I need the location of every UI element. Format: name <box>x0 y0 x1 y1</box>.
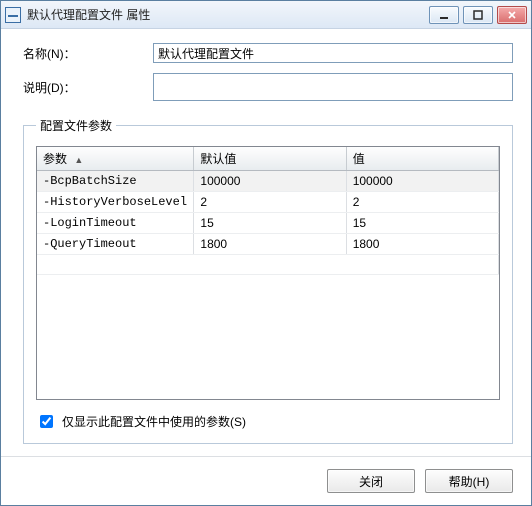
cell-value[interactable]: 100000 <box>346 171 498 192</box>
window-frame: 默认代理配置文件 属性 名称(N)： 说明(D)： 配置文件参数 <box>0 0 532 506</box>
parameters-group: 配置文件参数 参数 ▲ 默认值 <box>23 117 513 444</box>
cell-value[interactable]: 1800 <box>346 234 498 255</box>
only-used-params-row[interactable]: 仅显示此配置文件中使用的参数(S) <box>36 412 500 431</box>
cell-value[interactable]: 15 <box>346 213 498 234</box>
cell-value[interactable]: 2 <box>346 192 498 213</box>
close-button[interactable] <box>497 6 527 24</box>
col-header-value[interactable]: 值 <box>346 147 498 171</box>
name-row: 名称(N)： <box>23 43 513 63</box>
cell-param: -QueryTimeout <box>37 234 194 255</box>
col-header-param[interactable]: 参数 ▲ <box>37 147 194 171</box>
col-header-default[interactable]: 默认值 <box>194 147 346 171</box>
cell-param: -LoginTimeout <box>37 213 194 234</box>
cell-default: 100000 <box>194 171 346 192</box>
only-used-params-label: 仅显示此配置文件中使用的参数(S) <box>62 413 246 430</box>
grid-header-row: 参数 ▲ 默认值 值 <box>37 147 499 171</box>
sort-indicator-icon: ▲ <box>74 155 83 165</box>
parameters-grid[interactable]: 参数 ▲ 默认值 值 -BcpBatchSize100000100000-His… <box>36 146 500 400</box>
description-row: 说明(D)： <box>23 73 513 101</box>
parameters-legend: 配置文件参数 <box>36 117 116 134</box>
name-input[interactable] <box>153 43 513 63</box>
description-label: 说明(D)： <box>23 79 153 96</box>
name-label: 名称(N)： <box>23 45 153 62</box>
footer: 关闭 帮助(H) <box>1 456 531 505</box>
col-header-default-text: 默认值 <box>200 152 236 166</box>
client-area: 名称(N)： 说明(D)： 配置文件参数 参数 ▲ <box>1 29 531 456</box>
table-row[interactable]: -LoginTimeout1515 <box>37 213 499 234</box>
cell-default: 15 <box>194 213 346 234</box>
maximize-button[interactable] <box>463 6 493 24</box>
only-used-params-checkbox[interactable] <box>40 415 53 428</box>
minimize-button[interactable] <box>429 6 459 24</box>
table-row[interactable]: -BcpBatchSize100000100000 <box>37 171 499 192</box>
window-title: 默认代理配置文件 属性 <box>27 6 150 23</box>
help-button[interactable]: 帮助(H) <box>425 469 513 493</box>
description-input[interactable] <box>153 73 513 101</box>
col-header-param-text: 参数 <box>43 152 67 166</box>
cell-default: 1800 <box>194 234 346 255</box>
table-row[interactable]: -HistoryVerboseLevel22 <box>37 192 499 213</box>
cell-param: -BcpBatchSize <box>37 171 194 192</box>
col-header-value-text: 值 <box>353 152 365 166</box>
titlebar: 默认代理配置文件 属性 <box>1 1 531 29</box>
close-dialog-button[interactable]: 关闭 <box>327 469 415 493</box>
app-icon <box>5 7 21 23</box>
cell-param: -HistoryVerboseLevel <box>37 192 194 213</box>
table-row[interactable]: -QueryTimeout18001800 <box>37 234 499 255</box>
cell-default: 2 <box>194 192 346 213</box>
